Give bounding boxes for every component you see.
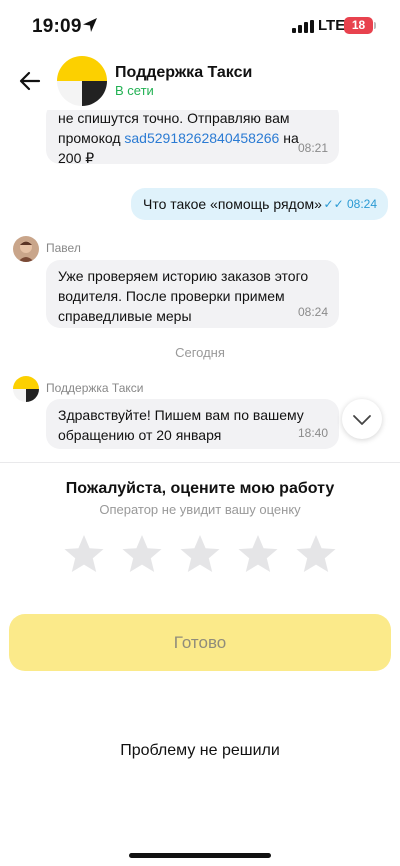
star-rating — [63, 533, 338, 577]
message-time: 18:40 — [297, 426, 328, 440]
date-separator: Сегодня — [175, 345, 225, 360]
star-icon-1[interactable] — [63, 533, 105, 575]
message-time: 08:24 — [297, 305, 328, 319]
message-text: Уже проверяем историю заказов этого води… — [58, 268, 309, 324]
rating-title: Пожалуйста, оцените мою работу — [65, 480, 335, 497]
rating-panel: Пожалуйста, оцените мою работу Оператор … — [0, 462, 400, 866]
online-status: В сети — [115, 83, 154, 98]
signal-icon — [292, 20, 314, 33]
message-outgoing: Что такое «помощь рядом» ✓✓ 08:24 — [131, 188, 388, 220]
network-type: LTE — [318, 17, 346, 34]
star-icon-2[interactable] — [121, 533, 163, 575]
promo-code-link[interactable]: sad52918262840458266 — [124, 130, 279, 146]
done-button[interactable]: Готово — [9, 614, 391, 671]
message-incoming: Здравствуйте! Пишем вам по вашему обраще… — [46, 399, 339, 449]
status-time: 19:09 — [32, 16, 82, 37]
star-icon-3[interactable] — [179, 533, 221, 575]
battery-tip — [374, 22, 376, 29]
chat-header: Поддержка Такси В сети — [0, 54, 400, 110]
problem-not-solved-button[interactable]: Проблему не решили — [0, 742, 400, 760]
scroll-down-button[interactable] — [342, 399, 382, 439]
message-time: 08:21 — [297, 141, 328, 155]
message-text: Здравствуйте! Пишем вам по вашему обраще… — [58, 407, 304, 443]
rating-subtitle: Оператор не увидит вашу оценку — [99, 502, 301, 517]
read-checks-icon: ✓✓ — [323, 197, 344, 211]
status-bar: 19:09 LTE 18 — [0, 0, 400, 54]
chat-title: Поддержка Такси — [115, 64, 253, 81]
arrow-left-icon[interactable] — [16, 66, 44, 96]
message-incoming: не спишутся точно. Отправляю вам промоко… — [46, 110, 339, 166]
sender-name: Поддержка Такси — [46, 381, 144, 395]
message-time: 08:24 — [346, 197, 377, 211]
chevron-down-icon — [353, 415, 371, 425]
message-text: Что такое «помощь рядом» — [143, 196, 322, 212]
taxi-support-avatar — [57, 56, 107, 106]
home-indicator[interactable] — [129, 853, 271, 858]
battery-icon: 18 — [344, 17, 373, 34]
location-arrow-icon — [83, 18, 97, 32]
operator-avatar — [13, 236, 39, 262]
star-icon-4[interactable] — [237, 533, 279, 575]
star-icon-5[interactable] — [295, 533, 337, 575]
taxi-support-avatar — [13, 376, 39, 402]
message-incoming: Уже проверяем историю заказов этого води… — [46, 260, 339, 328]
sender-name: Павел — [46, 241, 81, 255]
chat-history[interactable]: не спишутся точно. Отправляю вам промоко… — [0, 110, 400, 460]
